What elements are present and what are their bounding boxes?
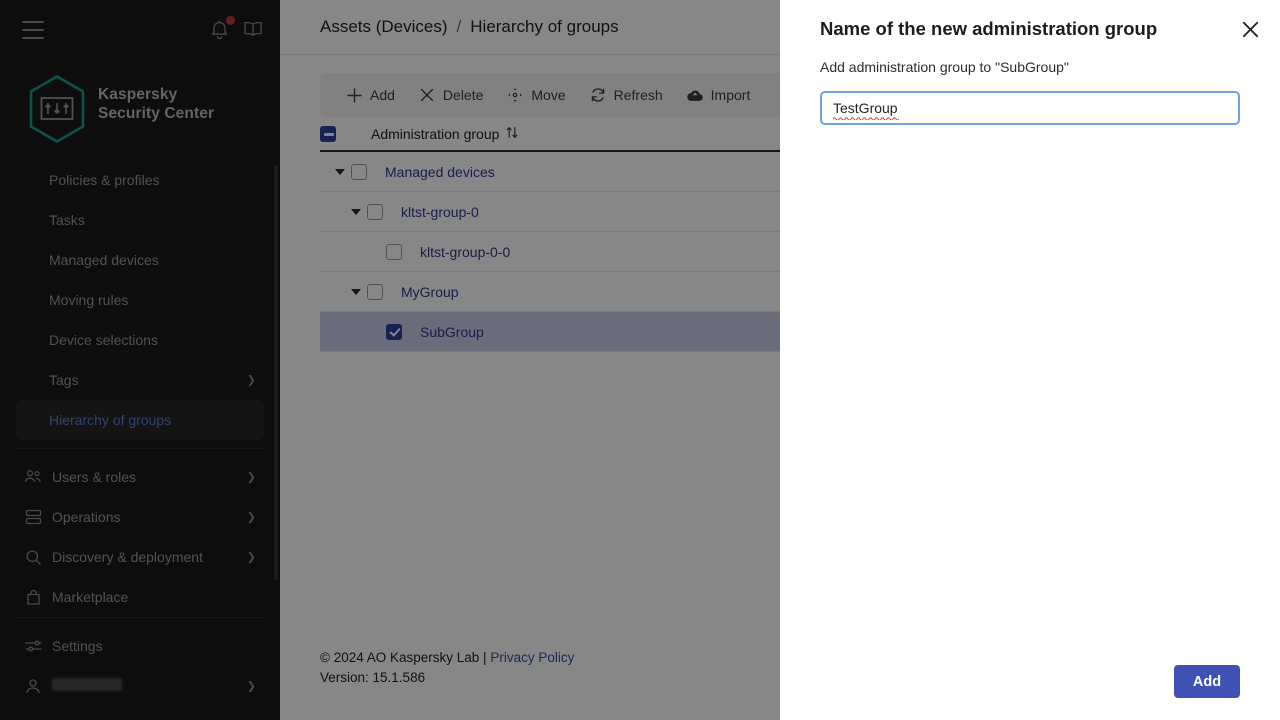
new-group-dialog: Name of the new administration group Add… (780, 0, 1280, 720)
group-name-input[interactable] (820, 91, 1240, 125)
add-button[interactable]: Add (1174, 665, 1240, 698)
modal-dim-overlay[interactable] (0, 0, 780, 720)
app-root: Kaspersky Security Center Policies & pro… (0, 0, 1280, 720)
dialog-subtitle: Add administration group to "SubGroup" (820, 59, 1069, 75)
group-name-field-wrapper (820, 91, 1240, 125)
close-icon[interactable] (1239, 18, 1261, 40)
dialog-title: Name of the new administration group (820, 18, 1158, 39)
